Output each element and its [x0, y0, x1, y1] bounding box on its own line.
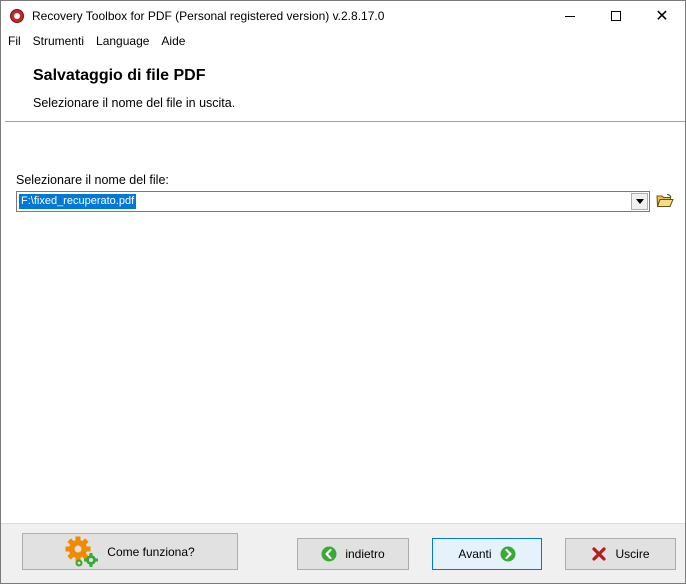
- browse-folder-button[interactable]: [655, 191, 675, 211]
- arrow-right-icon: [500, 546, 516, 562]
- file-name-combobox[interactable]: F:\fixed_recuperato.pdf: [16, 191, 650, 212]
- open-folder-icon: [656, 193, 674, 207]
- wizard-header: Salvataggio di file PDF Selezionare il n…: [1, 51, 685, 122]
- menu-item-file[interactable]: Fil: [1, 31, 27, 51]
- close-button[interactable]: ✕: [639, 1, 685, 31]
- close-icon: ✕: [655, 6, 669, 25]
- chevron-down-icon: [635, 199, 644, 204]
- app-icon: [10, 9, 24, 23]
- menu-item-help[interactable]: Aide: [155, 31, 191, 51]
- file-name-label: Selezionare il nome del file:: [16, 173, 169, 187]
- window-title: Recovery Toolbox for PDF (Personal regis…: [32, 9, 385, 23]
- menu-item-tools[interactable]: Strumenti: [27, 31, 90, 51]
- title-bar: Recovery Toolbox for PDF (Personal regis…: [1, 1, 685, 31]
- minimize-icon: [565, 15, 575, 17]
- how-it-works-button[interactable]: Come funziona?: [22, 533, 238, 570]
- exit-x-icon: [591, 546, 607, 562]
- exit-label: Uscire: [615, 547, 650, 561]
- header-divider: [5, 121, 685, 123]
- wizard-footer: Come funziona? indietro Avanti Uscire: [1, 523, 685, 583]
- minimize-button[interactable]: [547, 1, 593, 31]
- page-subtitle: Selezionare il nome del file in uscita.: [33, 96, 236, 110]
- back-button[interactable]: indietro: [297, 538, 409, 570]
- menu-item-language[interactable]: Language: [90, 31, 155, 51]
- next-button[interactable]: Avanti: [432, 538, 542, 570]
- back-label: indietro: [345, 547, 385, 561]
- page-title: Salvataggio di file PDF: [33, 67, 206, 84]
- maximize-icon: [611, 11, 621, 21]
- exit-button[interactable]: Uscire: [565, 538, 676, 570]
- dropdown-button[interactable]: [631, 193, 648, 210]
- maximize-button[interactable]: [593, 1, 639, 31]
- next-label: Avanti: [458, 547, 492, 561]
- file-name-value[interactable]: F:\fixed_recuperato.pdf: [19, 194, 137, 209]
- app-window: Recovery Toolbox for PDF (Personal regis…: [0, 0, 686, 584]
- how-it-works-label: Come funziona?: [107, 544, 195, 559]
- menu-bar: Fil Strumenti Language Aide: [1, 31, 685, 51]
- gears-icon: [65, 536, 99, 568]
- arrow-left-icon: [321, 546, 337, 562]
